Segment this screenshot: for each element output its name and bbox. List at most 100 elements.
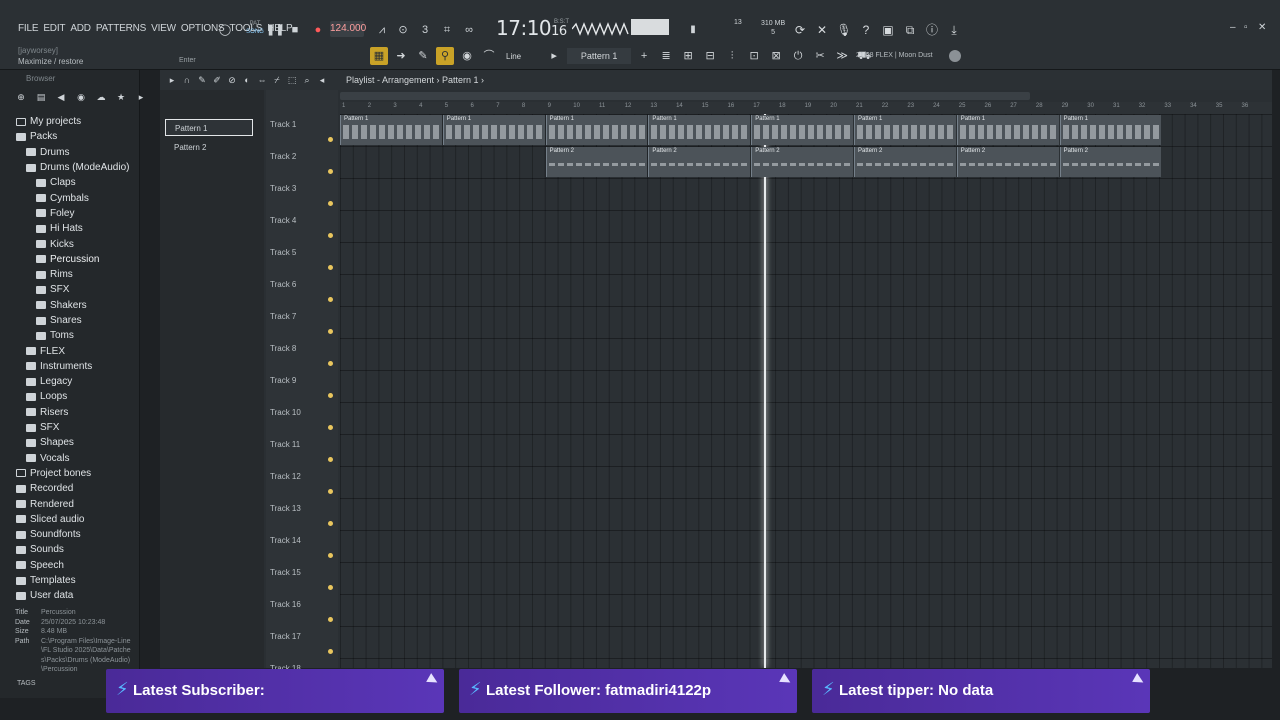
browser-files-icon[interactable]: ▤ (34, 90, 48, 104)
track-header[interactable]: Track 17 (270, 626, 336, 658)
pattern-clip[interactable]: Pattern 2 (751, 147, 853, 177)
track-header[interactable]: Track 13 (270, 498, 336, 530)
track-header[interactable]: Track 15 (270, 562, 336, 594)
browser-item[interactable]: Recorded (0, 481, 140, 496)
globe-icon[interactable] (949, 50, 961, 62)
recording-icon[interactable]: ≫ (833, 47, 851, 65)
minimize-icon[interactable]: – (1230, 22, 1236, 33)
browser-item[interactable]: Legacy (0, 374, 140, 389)
track-header[interactable]: Track 5 (270, 242, 336, 274)
browser-item[interactable]: Vocals (0, 451, 140, 466)
volume-slider-icon[interactable]: ▮ (684, 21, 702, 39)
plugin-picker-icon[interactable]: ⊠ (767, 47, 785, 65)
menu-add[interactable]: ADD (70, 23, 91, 34)
piano-roll-icon[interactable]: ⊞ (679, 47, 697, 65)
browser-item[interactable]: Cymbals (0, 190, 140, 205)
browser-item[interactable]: Foley (0, 206, 140, 221)
browser-options-icon[interactable]: ⊕ (14, 90, 28, 104)
pattern-picker-item[interactable]: Pattern 2 (165, 139, 253, 156)
song-mode-toggle[interactable]: PAT SONG (244, 20, 266, 40)
menu-view[interactable]: VIEW (151, 23, 176, 34)
zoom-tool-icon[interactable]: ⌕ (301, 74, 313, 86)
track-header[interactable]: Track 3 (270, 178, 336, 210)
pattern-clip[interactable]: Pattern 2 (1059, 147, 1162, 177)
track-mute-led[interactable] (328, 201, 333, 206)
pattern-clip[interactable]: Pattern 1 (854, 115, 956, 145)
playback-tool-icon[interactable]: ◂ (316, 74, 328, 86)
step-edit-icon[interactable]: ⌗ (438, 21, 456, 39)
track-header[interactable]: Track 7 (270, 306, 336, 338)
track-mute-led[interactable] (328, 457, 333, 462)
tempo-display[interactable]: 124.000 (330, 21, 366, 37)
mixer-icon[interactable]: ⫶ (723, 47, 741, 65)
playlist-view-icon[interactable]: ▦ (370, 47, 388, 65)
channel-rack-icon[interactable]: ⊟ (701, 47, 719, 65)
browser-item[interactable]: Toms (0, 328, 140, 343)
undo-history-icon[interactable]: ⟳ (791, 21, 809, 39)
track-mute-led[interactable] (328, 169, 333, 174)
pattern-clip[interactable]: Pattern 2 (648, 147, 751, 177)
slip-tool-icon[interactable]: ⇔ (256, 74, 268, 86)
track-mute-led[interactable] (328, 521, 333, 526)
track-header[interactable]: Track 2 (270, 146, 336, 178)
metronome-dial-icon[interactable]: ◯ (216, 21, 234, 39)
plugin-icon[interactable]: ⧉ (901, 21, 919, 39)
browser-item[interactable]: Hi Hats (0, 221, 140, 236)
brush-icon[interactable]: ◉ (458, 47, 476, 65)
pattern-clip[interactable]: Pattern 2 (545, 147, 648, 177)
track-header[interactable]: Track 1 (270, 114, 336, 146)
browser-item[interactable]: SFX (0, 282, 140, 297)
pattern-clip[interactable]: Pattern 1 (545, 115, 648, 145)
menu-file[interactable]: FILE (18, 23, 39, 34)
browser-item[interactable]: Speech (0, 558, 140, 573)
mute-tool-icon[interactable]: ◐ (241, 74, 253, 86)
snap-mode-label[interactable]: Line (506, 52, 521, 61)
timeline-ruler[interactable]: 1 2 3 4 5 6 7 8 9 10 11 12 13 14 15 16 17 18 19 20 21 22 23 24 2… (340, 102, 1272, 114)
browser-item[interactable]: Instruments (0, 359, 140, 374)
pattern-next-icon[interactable]: ▸ (545, 47, 563, 65)
paint-tool-icon[interactable]: ✐ (211, 74, 223, 86)
track-header[interactable]: Track 9 (270, 370, 336, 402)
menu-edit[interactable]: EDIT (43, 23, 65, 34)
slice-tool-icon[interactable]: ⌿ (271, 74, 283, 86)
browser-item[interactable]: My projects (0, 114, 140, 129)
track-mute-led[interactable] (328, 329, 333, 334)
track-mute-led[interactable] (328, 553, 333, 558)
pattern-clip[interactable]: Pattern 2 (956, 147, 1059, 177)
track-mute-led[interactable] (328, 393, 333, 398)
browser-cloud-icon[interactable]: ☁ (94, 90, 108, 104)
track-mute-led[interactable] (328, 585, 333, 590)
record-icon[interactable]: ● (309, 21, 327, 39)
pattern-selector[interactable]: Pattern 1 (567, 48, 632, 64)
track-header[interactable]: Track 14 (270, 530, 336, 562)
draw-tool-icon[interactable]: ✎ (196, 74, 208, 86)
browser-back-icon[interactable]: ◀ (54, 90, 68, 104)
browser-item[interactable]: Snares (0, 313, 140, 328)
track-header[interactable]: Track 8 (270, 338, 336, 370)
track-mute-led[interactable] (328, 233, 333, 238)
browser-item[interactable]: Packs (0, 129, 140, 144)
playlist-menu-icon[interactable]: ▸ (166, 74, 178, 86)
track-mute-led[interactable] (328, 137, 333, 142)
magnet-icon[interactable]: ∩ (181, 74, 193, 86)
browser-star-icon[interactable]: ★ (114, 90, 128, 104)
browser-item[interactable]: Templates (0, 573, 140, 588)
browser-item[interactable]: Shakers (0, 298, 140, 313)
download-icon[interactable]: ⤓ (945, 21, 963, 39)
restore-icon[interactable]: ▫ (1244, 22, 1248, 33)
browser-item[interactable]: Claps (0, 175, 140, 190)
browser-item[interactable]: Loops (0, 389, 140, 404)
browser-record-icon[interactable]: ◉ (74, 90, 88, 104)
browser-item[interactable]: Rendered (0, 496, 140, 511)
browser-item[interactable]: Sounds (0, 542, 140, 557)
browser-item[interactable]: Kicks (0, 236, 140, 251)
browser-icon[interactable]: ⊡ (745, 47, 763, 65)
mic-icon[interactable]: 🎙 (835, 21, 853, 39)
plug-icon[interactable]: ⏻ (789, 47, 807, 65)
arrow-icon[interactable]: ➜ (392, 47, 410, 65)
browser-item[interactable]: User data (0, 588, 140, 603)
select-tool-icon[interactable]: ⬚ (286, 74, 298, 86)
add-pattern-icon[interactable]: + (635, 47, 653, 65)
pattern-picker-item[interactable]: Pattern 1 (165, 119, 253, 136)
metronome-icon[interactable]: ⩘ (373, 21, 391, 39)
